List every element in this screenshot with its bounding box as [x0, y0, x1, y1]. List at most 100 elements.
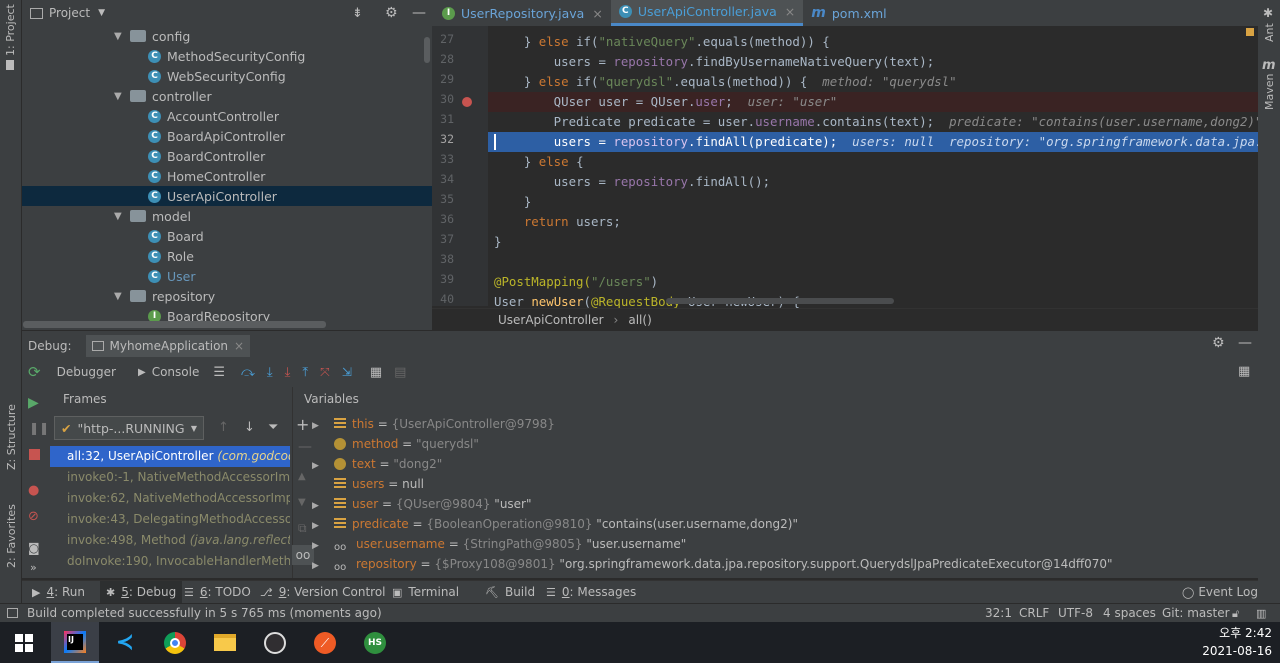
- resume-icon[interactable]: ▶: [28, 395, 39, 411]
- status-message[interactable]: Build completed successfully in 5 s 765 …: [27, 604, 382, 623]
- close-icon[interactable]: ×: [234, 339, 244, 353]
- tab-console[interactable]: Console: [152, 365, 200, 379]
- rerun-icon[interactable]: ⟳: [28, 363, 41, 381]
- bottom-tab[interactable]: ⛏ Build: [485, 581, 535, 604]
- glasses-icon[interactable]: oo: [292, 545, 314, 565]
- expand-arrow-icon[interactable]: ▶: [312, 456, 334, 476]
- hs-app-icon[interactable]: HS: [351, 622, 399, 663]
- bottom-tab[interactable]: ▣ Terminal: [392, 581, 459, 604]
- indent-setting[interactable]: 4 spaces: [1103, 604, 1156, 623]
- close-tab-icon[interactable]: ×: [592, 6, 602, 21]
- variable-row[interactable]: ▶ user = {QUser@9804} "user": [312, 494, 532, 514]
- collapse-all-icon[interactable]: ⇟: [352, 6, 363, 21]
- camera-icon[interactable]: ◙: [28, 541, 40, 555]
- evaluate-icon[interactable]: ▦: [370, 365, 382, 380]
- caret-position[interactable]: 32:1: [985, 604, 1012, 623]
- editor-tab[interactable]: C UserApiController.java ×: [610, 0, 804, 26]
- mute-breakpoints-icon[interactable]: ⊘: [28, 509, 39, 524]
- frame-item[interactable]: invoke:62, NativeMethodAccessorImpl (s: [50, 488, 290, 509]
- code-area[interactable]: 27 28 29 30 31 32 33 34 35 36 37 38 39 40 } else if("…: [432, 26, 1258, 308]
- debug-session-tab[interactable]: MyhomeApplication ×: [85, 335, 251, 357]
- variable-row[interactable]: users = null: [312, 474, 424, 494]
- tree-item[interactable]: C BoardApiController: [22, 126, 432, 146]
- tree-item[interactable]: C Board: [22, 226, 432, 246]
- more-icon[interactable]: »: [30, 561, 37, 574]
- bottom-tab[interactable]: ✱ 5: Debug: [100, 581, 183, 604]
- frame-item[interactable]: doInvoke:190, InvocableHandlerMethod: [50, 551, 290, 572]
- tree-item[interactable]: C AccountController: [22, 106, 432, 126]
- expand-arrow-icon[interactable]: ▶: [312, 496, 334, 516]
- filter-icon[interactable]: ⏷: [268, 420, 278, 435]
- frame-item[interactable]: invoke0:-1, NativeMethodAccessorImpl (j: [50, 467, 290, 488]
- editor-tab[interactable]: I UserRepository.java ×: [432, 0, 611, 26]
- breadcrumb-method[interactable]: all(): [628, 313, 651, 327]
- obs-icon[interactable]: [251, 622, 299, 663]
- expand-arrow-icon[interactable]: ▼: [114, 211, 124, 222]
- step-into-icon[interactable]: ⤓: [267, 365, 273, 380]
- remove-watch-icon[interactable]: —: [298, 439, 312, 455]
- bottom-tab[interactable]: ⎇ 9: Version Control: [260, 581, 386, 604]
- expand-arrow-icon[interactable]: ▶: [312, 416, 334, 436]
- clock[interactable]: 오후 2:42 2021-08-16: [1200, 624, 1272, 660]
- tree-item[interactable]: C User: [22, 266, 432, 286]
- dropdown-icon[interactable]: ▼: [98, 8, 105, 18]
- structure-tool-button[interactable]: Z: Structure: [5, 404, 18, 470]
- frame-item[interactable]: all:32, UserApiController (com.godcoder: [50, 446, 290, 467]
- project-scrollbar[interactable]: [23, 321, 326, 328]
- memory-icon[interactable]: ▥: [1256, 604, 1266, 623]
- minimize-icon[interactable]: —: [412, 5, 426, 21]
- file-explorer-icon[interactable]: [201, 622, 249, 663]
- variable-row[interactable]: ▶ this = {UserApiController@9798}: [312, 414, 555, 434]
- frame-item[interactable]: invoke:498, Method (java.lang.reflect): [50, 530, 290, 551]
- bottom-tab[interactable]: ☰ 6: TODO: [184, 581, 251, 604]
- expand-arrow-icon[interactable]: ▼: [114, 291, 124, 302]
- stop-icon[interactable]: [29, 449, 40, 460]
- warning-marker-icon[interactable]: [1246, 28, 1254, 36]
- debug-minimize-icon[interactable]: —: [1238, 335, 1252, 351]
- frame-down-icon[interactable]: ↓: [244, 420, 255, 435]
- maven-tool-button[interactable]: Maven: [1263, 74, 1276, 110]
- tree-item[interactable]: ▼ controller: [22, 86, 432, 106]
- breakpoint-icon[interactable]: [462, 97, 472, 107]
- expand-arrow-icon[interactable]: ▼: [114, 91, 124, 102]
- variable-row[interactable]: ▶ oo user.username = {StringPath@9805} "us…: [312, 534, 686, 554]
- run-to-cursor-icon[interactable]: ⇲: [342, 365, 352, 379]
- move-up-icon[interactable]: ▲: [298, 471, 306, 482]
- tree-item[interactable]: C WebSecurityConfig: [22, 66, 432, 86]
- bottom-tab[interactable]: ☰ 0: Messages: [546, 581, 636, 604]
- add-watch-icon[interactable]: +: [296, 415, 309, 434]
- tab-debugger[interactable]: Debugger: [57, 365, 116, 379]
- layout-icon[interactable]: ▦: [1238, 364, 1250, 379]
- tree-item[interactable]: C Role: [22, 246, 432, 266]
- editor-hscrollbar[interactable]: [666, 298, 894, 304]
- variable-row[interactable]: ▶ predicate = {BooleanOperation@9810} "co…: [312, 514, 798, 534]
- intellij-icon[interactable]: IJ: [51, 622, 99, 663]
- expand-arrow-icon[interactable]: ▶: [312, 536, 334, 556]
- event-log-button[interactable]: ◯ Event Log: [1182, 581, 1258, 604]
- view-breakpoints-icon[interactable]: ●: [28, 483, 39, 498]
- windows-start-icon[interactable]: [0, 622, 48, 663]
- bottom-tab[interactable]: ▶ 4: Run: [32, 581, 85, 604]
- ant-tool-button[interactable]: Ant: [1263, 23, 1276, 42]
- chrome-icon[interactable]: [151, 622, 199, 663]
- tree-item[interactable]: C HomeController: [22, 166, 432, 186]
- step-out-icon[interactable]: ⤒: [302, 365, 308, 380]
- pause-icon[interactable]: ❚❚: [29, 421, 49, 435]
- project-tool-button[interactable]: 1: Project: [4, 4, 17, 70]
- postman-icon[interactable]: ⟋: [301, 622, 349, 663]
- favorites-tool-button[interactable]: 2: Favorites: [5, 504, 18, 568]
- drop-frame-icon[interactable]: ⤧: [320, 365, 330, 380]
- expand-arrow-icon[interactable]: ▶: [312, 556, 334, 576]
- vscode-icon[interactable]: ≺: [101, 622, 149, 663]
- tree-item[interactable]: C BoardController: [22, 146, 432, 166]
- variable-row[interactable]: ▶ oo repository = {$Proxy108@9801} "org.sp…: [312, 554, 1113, 574]
- editor-tab[interactable]: m pom.xml: [803, 0, 894, 26]
- thread-selector[interactable]: ✔ "http-...RUNNING ▼: [54, 416, 204, 440]
- variable-row[interactable]: method = "querydsl": [312, 434, 479, 454]
- project-vscrollbar[interactable]: [424, 37, 430, 63]
- gear-icon[interactable]: ⚙: [385, 5, 398, 21]
- tree-item[interactable]: C MethodSecurityConfig: [22, 46, 432, 66]
- frame-up-icon[interactable]: ↑: [218, 420, 229, 435]
- frame-item[interactable]: invoke:43, DelegatingMethodAccessorIm: [50, 509, 290, 530]
- step-over-icon[interactable]: ⤼: [241, 365, 255, 380]
